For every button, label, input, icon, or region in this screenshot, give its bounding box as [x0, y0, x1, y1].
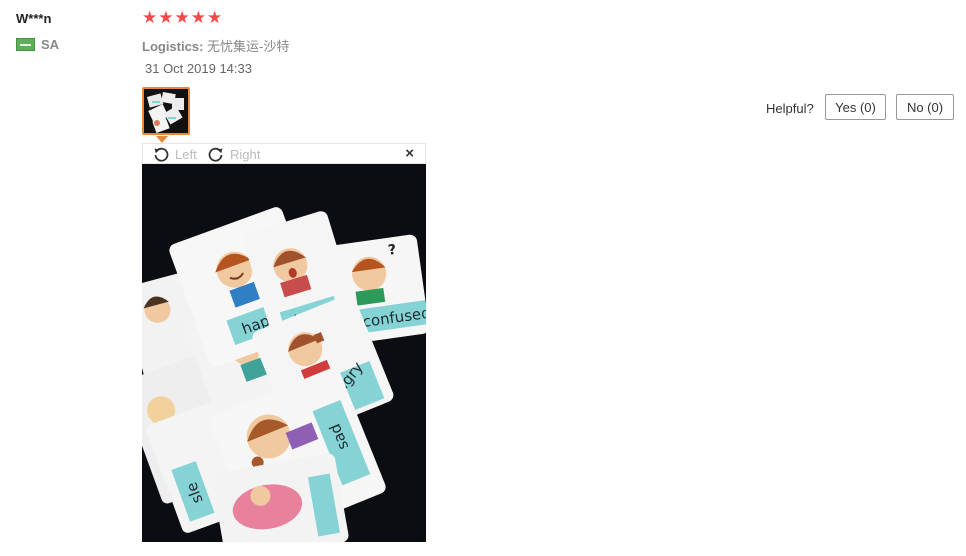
rotate-right-label: Right [230, 146, 261, 162]
logistics-label: Logistics: [142, 39, 204, 54]
close-viewer-button[interactable]: × [405, 145, 414, 162]
image-viewer-toolbar: Left Right × [142, 143, 426, 164]
country-flag-icon [16, 38, 35, 51]
country-code: SA [41, 37, 60, 52]
helpful-label: Helpful? [766, 101, 814, 116]
rotate-right-button[interactable]: Right [208, 146, 260, 162]
logistics-value: 无忧集运-沙特 [207, 39, 290, 54]
star-rating: ★ ★ ★ ★ ★ [142, 10, 222, 27]
rotate-left-icon [154, 147, 169, 162]
review-date: 31 Oct 2019 14:33 [145, 61, 252, 76]
star-icon: ★ [158, 8, 174, 28]
photo-illustration: sle happy shocked [142, 164, 426, 542]
helpful-no-button[interactable]: No (0) [896, 94, 954, 120]
review-photo-large: sle happy shocked [142, 164, 426, 542]
rotate-left-button[interactable]: Left [153, 146, 197, 162]
rotate-right-icon [208, 147, 223, 162]
star-icon: ★ [142, 8, 158, 28]
review-photo-thumbnail[interactable] [142, 87, 190, 135]
star-icon: ★ [207, 8, 223, 28]
reviewer-name: W***n [16, 11, 52, 26]
rotate-left-label: Left [175, 146, 197, 162]
helpful-yes-button[interactable]: Yes (0) [825, 94, 886, 120]
star-icon: ★ [174, 8, 190, 28]
thumbnail-image [144, 89, 188, 133]
logistics-info: Logistics: 无忧集运-沙特 [142, 36, 289, 55]
star-icon: ★ [190, 8, 206, 28]
thumbnail-pointer [156, 136, 168, 143]
reviewer-country: SA [16, 37, 59, 52]
